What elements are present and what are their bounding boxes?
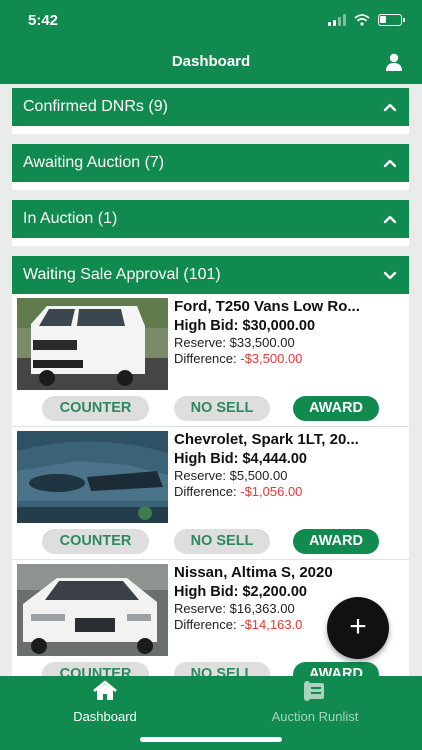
dashboard-content[interactable]: Confirmed DNRs (9) Awaiting Auction (7) … — [0, 84, 422, 676]
section-title: In Auction (1) — [23, 210, 118, 227]
tab-auction-runlist[interactable]: Auction Runlist — [255, 680, 375, 724]
section-body — [12, 238, 409, 246]
section-title: Confirmed DNRs (9) — [23, 98, 168, 115]
high-bid: High Bid: $2,200.00 — [174, 584, 307, 600]
difference-label: Difference: — [174, 351, 241, 366]
no-sell-button[interactable]: NO SELL — [174, 529, 270, 554]
app-header: Dashboard — [0, 40, 422, 84]
home-icon — [93, 680, 117, 700]
vehicle-title: Nissan, Altima S, 2020 — [174, 564, 333, 581]
tab-dashboard[interactable]: Dashboard — [55, 680, 155, 724]
no-sell-button[interactable]: NO SELL — [174, 662, 270, 676]
award-button[interactable]: AWARD — [293, 662, 379, 676]
section-confirmed-dnrs[interactable]: Confirmed DNRs (9) — [12, 88, 409, 134]
section-header[interactable]: In Auction (1) — [12, 200, 409, 238]
vehicle-title: Ford, T250 Vans Low Ro... — [174, 298, 360, 315]
difference-label: Difference: — [174, 484, 241, 499]
section-header[interactable]: Waiting Sale Approval (101) — [12, 256, 409, 294]
section-body — [12, 182, 409, 190]
high-bid: High Bid: $4,444.00 — [174, 451, 307, 467]
section-body — [12, 126, 409, 134]
section-header[interactable]: Confirmed DNRs (9) — [12, 88, 409, 126]
vehicle-actions: COUNTER NO SELL AWARD — [12, 396, 409, 422]
section-title: Waiting Sale Approval (101) — [23, 266, 221, 283]
wifi-icon — [354, 14, 370, 26]
vehicle-photo — [17, 564, 168, 656]
counter-button[interactable]: COUNTER — [42, 396, 149, 421]
reserve-price: Reserve: $5,500.00 — [174, 468, 288, 483]
difference-value: -$14,163.0 — [240, 617, 303, 632]
tab-label: Auction Runlist — [271, 709, 359, 724]
difference-value: -$3,500.00 — [240, 351, 303, 366]
home-indicator[interactable] — [140, 737, 282, 742]
counter-button[interactable]: COUNTER — [42, 662, 149, 676]
vehicle-card[interactable]: Ford, T250 Vans Low Ro... High Bid: $30,… — [12, 294, 409, 427]
status-time: 5:42 — [28, 12, 59, 29]
vehicle-actions: COUNTER NO SELL AWARD — [12, 529, 409, 555]
section-header[interactable]: Awaiting Auction (7) — [12, 144, 409, 182]
vehicle-photo — [17, 298, 168, 390]
vehicle-info: Chevrolet, Spark 1LT, 20... High Bid: $4… — [174, 431, 406, 499]
page-title: Dashboard — [171, 53, 251, 70]
award-button[interactable]: AWARD — [293, 529, 379, 554]
difference-label: Difference: — [174, 617, 241, 632]
status-icons — [328, 14, 405, 26]
status-bar: 5:42 — [0, 0, 422, 40]
counter-button[interactable]: COUNTER — [42, 529, 149, 554]
user-profile-icon[interactable] — [384, 52, 404, 72]
chevron-down-icon[interactable] — [383, 268, 397, 282]
cellular-signal-icon — [328, 14, 346, 26]
high-bid: High Bid: $30,000.00 — [174, 318, 316, 334]
tab-label: Dashboard — [73, 709, 137, 724]
difference-value: -$1,056.00 — [240, 484, 303, 499]
chevron-up-icon[interactable] — [383, 156, 397, 170]
reserve-price: Reserve: $33,500.00 — [174, 335, 295, 350]
vehicle-title: Chevrolet, Spark 1LT, 20... — [174, 431, 359, 448]
plus-icon: + — [349, 610, 367, 643]
award-button[interactable]: AWARD — [293, 396, 379, 421]
chevron-up-icon[interactable] — [383, 212, 397, 226]
vehicle-photo — [17, 431, 168, 523]
section-title: Awaiting Auction (7) — [23, 154, 165, 171]
runlist-icon — [304, 681, 324, 701]
vehicle-actions: COUNTER NO SELL AWARD — [12, 662, 409, 676]
no-sell-button[interactable]: NO SELL — [174, 396, 270, 421]
battery-icon — [378, 14, 405, 26]
section-awaiting-auction[interactable]: Awaiting Auction (7) — [12, 144, 409, 190]
vehicle-card[interactable]: Chevrolet, Spark 1LT, 20... High Bid: $4… — [12, 427, 409, 560]
vehicle-info: Ford, T250 Vans Low Ro... High Bid: $30,… — [174, 298, 406, 366]
difference: Difference: -$3,500.00 — [174, 351, 406, 366]
section-in-auction[interactable]: In Auction (1) — [12, 200, 409, 246]
chevron-up-icon[interactable] — [383, 100, 397, 114]
difference: Difference: -$1,056.00 — [174, 484, 406, 499]
add-button[interactable]: + — [327, 597, 389, 659]
